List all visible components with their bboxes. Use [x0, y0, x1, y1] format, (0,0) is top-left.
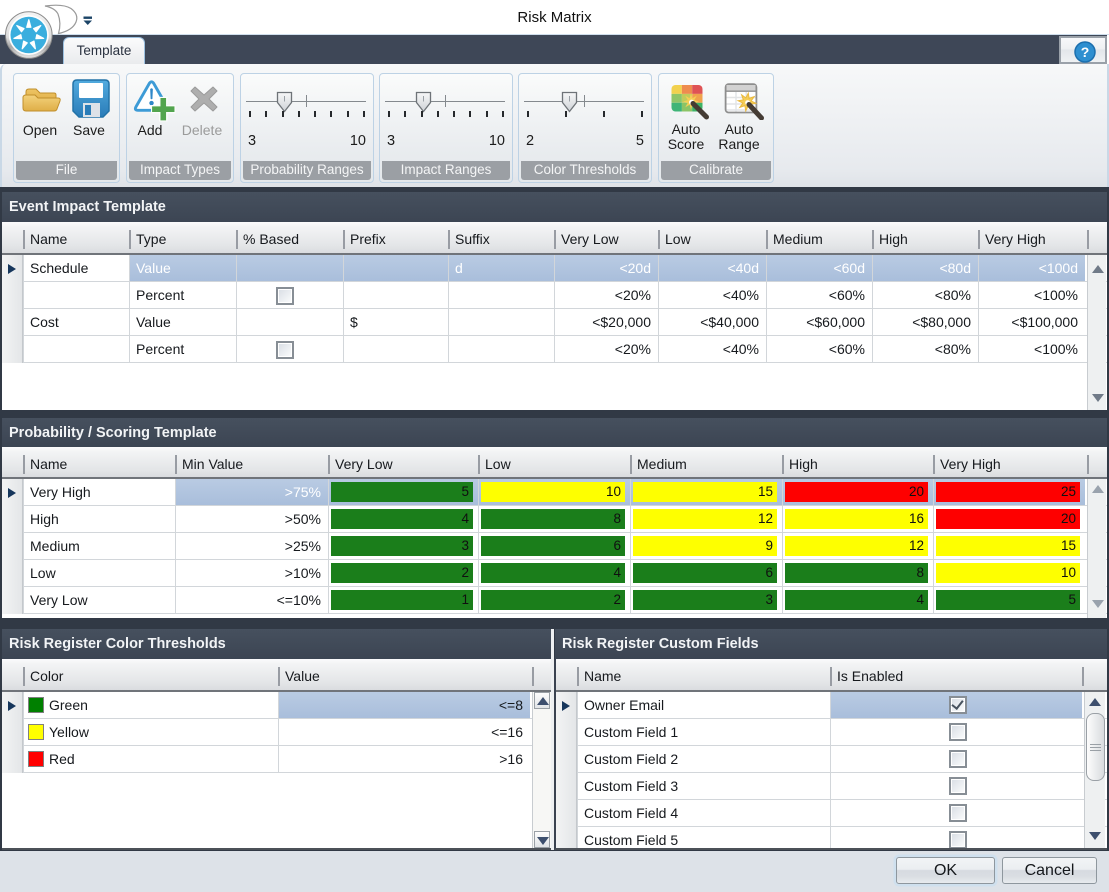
svg-text:?: ? — [1081, 44, 1090, 60]
